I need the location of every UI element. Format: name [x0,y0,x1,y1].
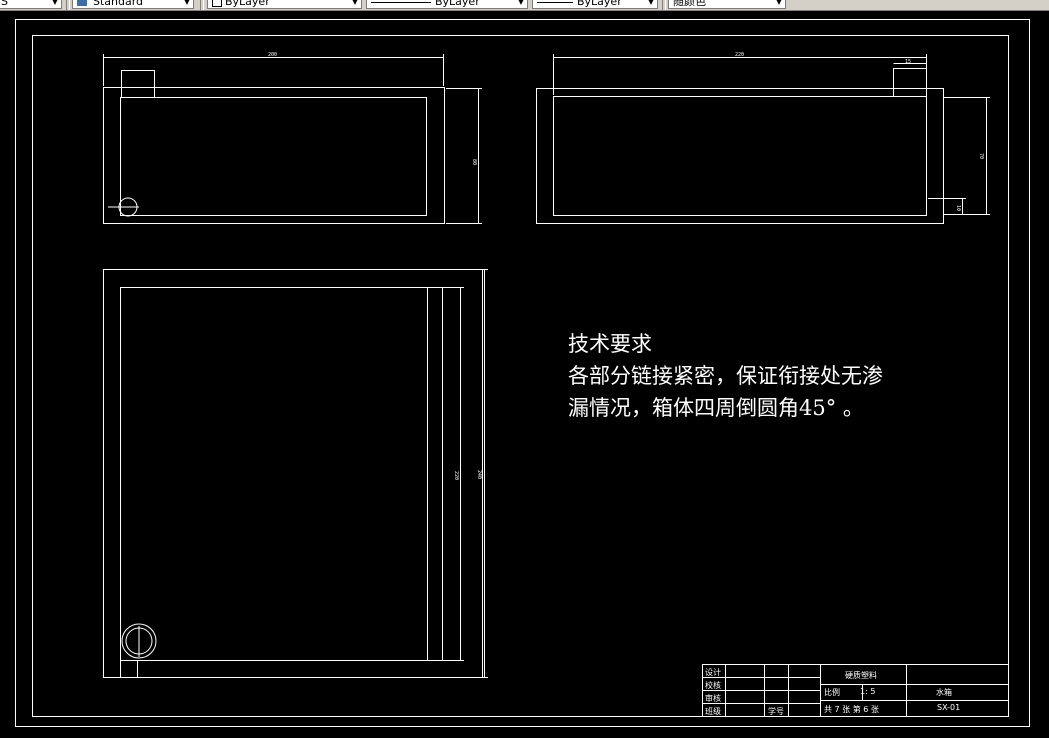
front-view [103,54,482,224]
tb-class: 班级 [705,706,721,716]
tb-student-no: 学号 [768,706,784,716]
requirements-line-1: 各部分链接紧密，保证衔接处无渗 [568,364,883,388]
dim-plan-outer: 240 [476,470,482,479]
tb-review: 审核 [705,693,721,703]
lineweight-swatch-icon [537,1,573,3]
dim-side-top: 15 [905,59,911,65]
text-style-dropdown[interactable]: Standard ▼ [72,0,194,9]
tb-scale-label: 比例 [824,687,840,697]
plot-style-dropdown[interactable]: 随颜色 ▼ [668,0,786,9]
dim-side-width: 220 [735,52,744,58]
dim-plan-inner: 220 [453,471,459,480]
drawing-canvas[interactable]: 200 80 220 15 70 10 220 240 设计 校核 审核 班级 … [0,11,1049,738]
layer-value: ByLayer [225,0,270,8]
chevron-down-icon: ▼ [351,0,358,6]
chevron-down-icon: ▼ [647,0,654,6]
requirements-title: 技术要求 [568,332,652,356]
toolbar-separator [200,0,204,10]
linetype-dropdown[interactable]: ByLayer ▼ [366,0,528,9]
plan-view [103,269,488,678]
dim-front-height: 80 [471,159,477,165]
linetype-value: ByLayer [435,0,480,8]
tb-scale-value: 1: 5 [860,687,875,696]
toolbar-dropdown-0[interactable]: S ▼ [0,0,62,9]
requirements-line-2: 漏情况，箱体四周倒圆角45° 。 [568,396,864,420]
dim-front-width: 200 [268,52,277,58]
lineweight-dropdown[interactable]: ByLayer ▼ [532,0,658,9]
tb-sheets: 共 7 张 第 6 张 [824,704,879,714]
toolbar-dropdown-0-value: S [1,0,8,8]
linetype-swatch-icon [371,1,431,3]
text-style-value: Standard [93,0,144,8]
tb-design: 设计 [705,667,721,677]
layer-dropdown[interactable]: ByLayer ▼ [207,0,362,9]
tb-code: SX-01 [937,703,960,712]
dim-side-height: 70 [978,153,984,159]
chevron-down-icon: ▼ [775,0,782,6]
properties-toolbar: S ▼ Standard ▼ ByLayer ▼ ByLayer ▼ ByLay… [0,0,1049,11]
chevron-down-icon: ▼ [51,0,58,6]
tb-check: 校核 [705,680,721,690]
toolbar-separator [66,0,70,10]
toolbar-separator [662,0,666,10]
chevron-down-icon: ▼ [183,0,190,6]
text-style-icon [77,0,87,6]
plot-style-value: 随颜色 [673,0,706,8]
tb-material: 硬质塑料 [845,670,877,680]
lineweight-value: ByLayer [577,0,622,8]
color-swatch-icon [212,0,222,7]
dim-side-small: 10 [955,205,961,211]
side-view [536,54,990,224]
chevron-down-icon: ▼ [517,0,524,6]
tb-name: 水箱 [936,687,952,697]
